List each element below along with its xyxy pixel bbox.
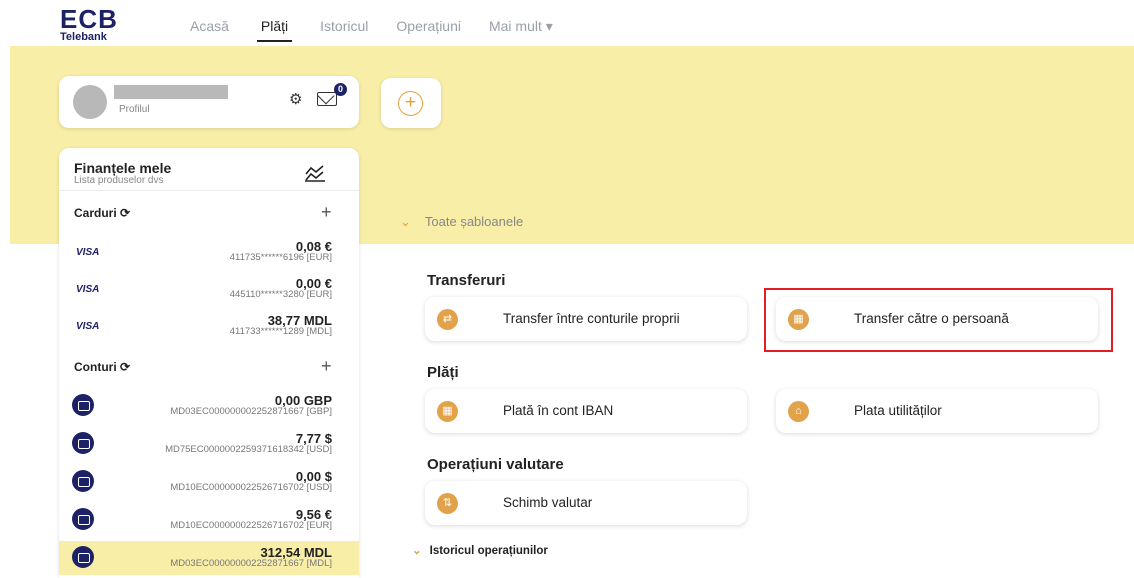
- finances-subtitle: Lista produselor dvs: [74, 175, 164, 186]
- nav-operations[interactable]: Operațiuni: [396, 18, 461, 42]
- operations-history-toggle[interactable]: ⌄ Istoricul operațiunilor: [412, 543, 548, 557]
- wallet-icon: [72, 432, 94, 454]
- profile-card[interactable]: Profilul ⚙ 0: [59, 76, 359, 128]
- accounts-section-title: Conturi ⟳: [74, 360, 130, 374]
- currency-exchange-button[interactable]: ⇅ Schimb valutar: [425, 481, 747, 525]
- exchange-label: Schimb valutar: [503, 495, 593, 510]
- account-row-selected[interactable]: 312,54 MDL MD03EC000000002252871667 [MDL…: [59, 541, 359, 575]
- redacted-user-name: [114, 85, 228, 99]
- add-card-button[interactable]: +: [321, 202, 332, 223]
- wallet-icon: [72, 470, 94, 492]
- payments-heading: Plăți: [427, 364, 459, 381]
- add-template-card[interactable]: +: [381, 78, 441, 128]
- nav-history[interactable]: Istoricul: [320, 18, 368, 42]
- history-label: Istoricul operațiunilor: [429, 545, 548, 557]
- ecb-telebank-logo[interactable]: ECB Telebank: [60, 6, 118, 43]
- avatar[interactable]: [73, 85, 107, 119]
- mail-icon[interactable]: [317, 92, 337, 106]
- highlight-box: [764, 288, 1113, 352]
- refresh-icon[interactable]: ⟳: [120, 360, 130, 374]
- account-row[interactable]: 0,00 GBP MD03EC000000002252871667 [GBP]: [59, 389, 359, 423]
- chevron-down-icon: ⌄: [412, 545, 422, 557]
- account-row[interactable]: 9,56 € MD10EC000000022526716702 [EUR]: [59, 503, 359, 537]
- visa-logo: VISA: [76, 321, 100, 332]
- own-transfer-label: Transfer între conturile proprii: [503, 311, 680, 326]
- house-icon: ⌂: [788, 401, 809, 422]
- card-number: 411733******1289 [MDL]: [229, 326, 332, 337]
- own-accounts-transfer-button[interactable]: ⇄ Transfer între conturile proprii: [425, 297, 747, 341]
- chart-trend-icon[interactable]: [304, 164, 326, 182]
- templates-label: Toate șabloanele: [424, 214, 524, 229]
- gear-icon[interactable]: ⚙: [289, 92, 305, 108]
- wallet-icon: [72, 508, 94, 530]
- add-account-button[interactable]: +: [321, 356, 332, 377]
- account-row[interactable]: 0,00 $ MD10EC000000022526716702 [USD]: [59, 465, 359, 499]
- wallet-icon: [72, 394, 94, 416]
- account-iban: MD03EC000000002252871667 [MDL]: [170, 558, 332, 569]
- account-iban: MD10EC000000022526716702 [EUR]: [170, 520, 332, 531]
- all-templates-toggle[interactable]: ⌄ Toate șabloanele: [400, 214, 523, 230]
- refresh-icon[interactable]: ⟳: [120, 206, 130, 220]
- accounts-title-text: Conturi: [74, 360, 117, 374]
- logo-main-text: ECB: [60, 4, 118, 34]
- visa-logo: VISA: [76, 284, 100, 295]
- iban-payment-label: Plată în cont IBAN: [503, 403, 614, 418]
- visa-logo: VISA: [76, 247, 100, 258]
- account-iban: MD10EC000000022526716702 [USD]: [170, 482, 332, 493]
- cards-title-text: Carduri: [74, 206, 117, 220]
- notification-badge: 0: [334, 83, 347, 96]
- cards-section-title: Carduri ⟳: [74, 206, 130, 220]
- finances-title: Finanțele mele: [74, 160, 172, 176]
- logo-text: ECB: [60, 6, 118, 32]
- card-row[interactable]: VISA 38,77 MDL 411733******1289 [MDL]: [59, 309, 359, 343]
- up-down-arrows-icon: ⇅: [437, 493, 458, 514]
- nav-home[interactable]: Acasă: [190, 18, 229, 42]
- iban-payment-button[interactable]: ▦ Plată în cont IBAN: [425, 389, 747, 433]
- top-navigation-bar: ECB Telebank Acasă Plăți Istoricul Opera…: [0, 0, 1134, 46]
- card-row[interactable]: VISA 0,00 € 445110******3280 [EUR]: [59, 272, 359, 306]
- bank-icon: ▦: [437, 401, 458, 422]
- utilities-label: Plata utilităților: [854, 403, 942, 418]
- transfers-heading: Transferuri: [427, 272, 506, 289]
- main-nav: Acasă Plăți Istoricul Operațiuni Mai mul…: [190, 18, 581, 42]
- card-number: 411735******6196 [EUR]: [229, 252, 332, 263]
- account-iban: MD75EC000000225937161834‌2 [USD]: [165, 444, 332, 455]
- utilities-payment-button[interactable]: ⌂ Plata utilităților: [776, 389, 1098, 433]
- account-iban: MD03EC000000002252871667 [GBP]: [170, 406, 332, 417]
- account-row[interactable]: 7,77 $ MD75EC000000225937161834‌2 [USD]: [59, 427, 359, 461]
- fx-heading: Operațiuni valutare: [427, 456, 564, 473]
- exchange-arrows-icon: ⇄: [437, 309, 458, 330]
- plus-circle-icon[interactable]: +: [398, 91, 423, 116]
- nav-payments[interactable]: Plăți: [256, 18, 293, 42]
- card-row[interactable]: VISA 0,08 € 411735******6196 [EUR]: [59, 235, 359, 269]
- profile-label: Profilul: [119, 104, 150, 115]
- nav-more-dropdown[interactable]: Mai mult ▾: [489, 18, 553, 42]
- divider: [59, 190, 359, 191]
- my-finances-panel: Finanțele mele Lista produselor dvs Card…: [59, 148, 359, 578]
- card-number: 445110******3280 [EUR]: [229, 289, 332, 300]
- chevron-down-icon: ⌄: [400, 214, 411, 229]
